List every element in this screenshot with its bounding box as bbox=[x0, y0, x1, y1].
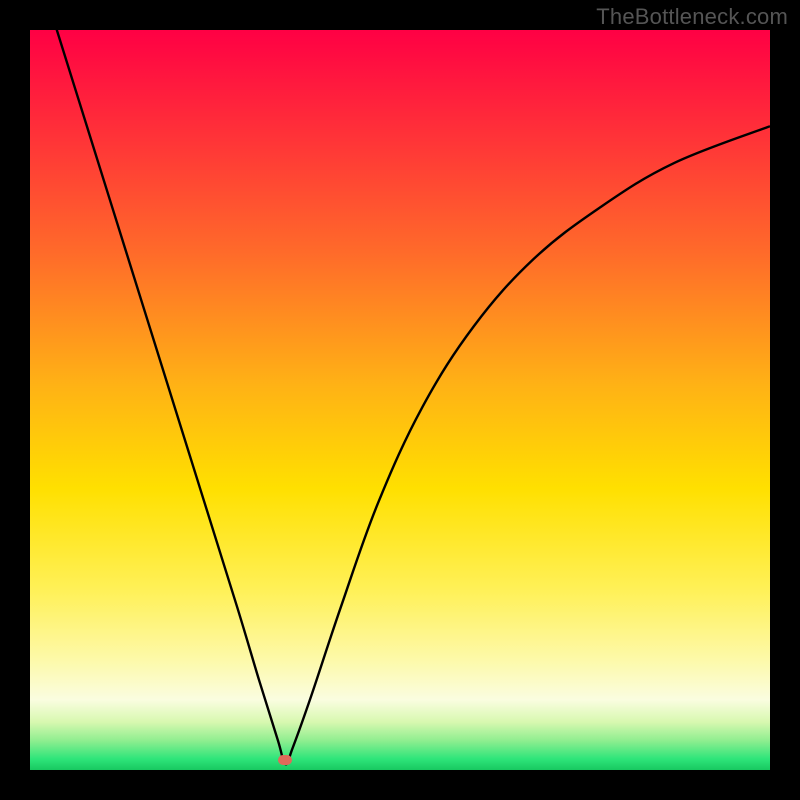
chart-frame: TheBottleneck.com bbox=[0, 0, 800, 800]
bottleneck-curve bbox=[30, 30, 770, 770]
optimal-point-marker bbox=[278, 755, 292, 765]
plot-area bbox=[30, 30, 770, 770]
watermark-text: TheBottleneck.com bbox=[596, 4, 788, 30]
